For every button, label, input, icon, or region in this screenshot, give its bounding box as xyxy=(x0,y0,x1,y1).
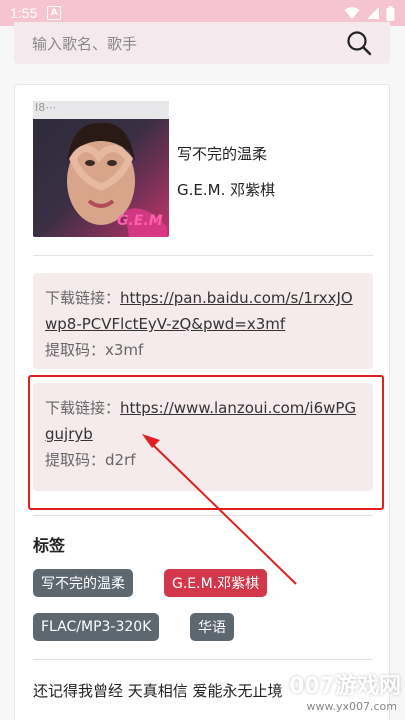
tags-title: 标签 xyxy=(33,536,66,555)
watermark-brand: 007游戏网 xyxy=(289,674,401,699)
watermark-url: www.yx007.com xyxy=(306,700,397,713)
tag-artist[interactable]: G.E.M.邓紫棋 xyxy=(164,569,268,597)
tag-song-title[interactable]: 写不完的温柔 xyxy=(33,569,133,597)
lyric-line: 还记得我曾经 天真相信 爱能永无止境 xyxy=(33,682,283,700)
tag-format[interactable]: FLAC/MP3-320K xyxy=(33,613,160,641)
tag-language[interactable]: 华语 xyxy=(190,613,234,641)
annotation-arrow xyxy=(142,434,297,585)
